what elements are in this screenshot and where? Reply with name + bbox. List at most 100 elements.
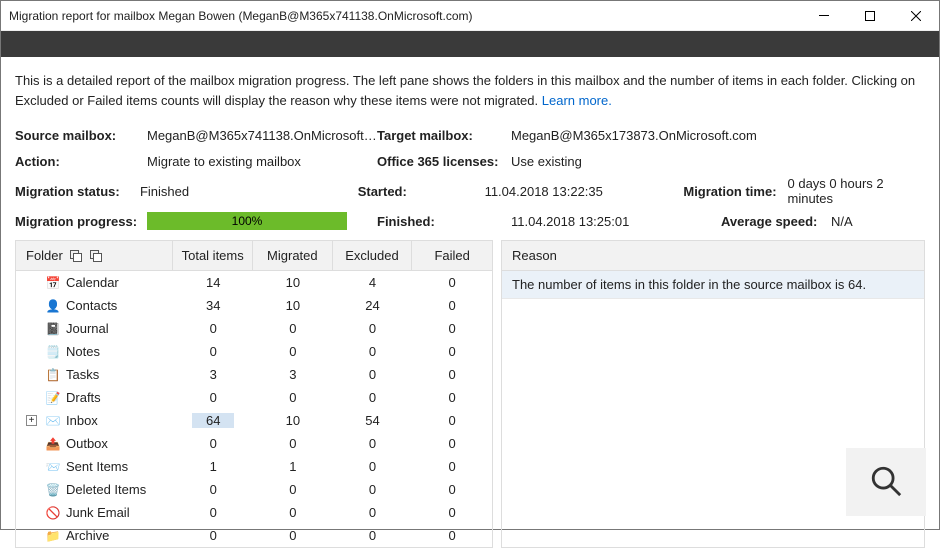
cell-failed[interactable]: 0	[412, 482, 492, 497]
cell-excluded[interactable]: 0	[333, 367, 413, 382]
table-row[interactable]: 📤Outbox0000	[16, 432, 492, 455]
inbox-icon: ✉️	[46, 414, 60, 428]
value-started: 11.04.2018 13:22:35	[485, 184, 684, 199]
progress-wrap: 100%	[147, 212, 377, 230]
col-total[interactable]: Total items	[173, 241, 253, 270]
cell-migrated: 10	[253, 298, 333, 313]
expand-all-icon[interactable]	[69, 249, 83, 263]
cell-failed[interactable]: 0	[412, 505, 492, 520]
value-licenses: Use existing	[511, 154, 721, 169]
col-folder-label: Folder	[26, 248, 63, 263]
cell-excluded[interactable]: 54	[333, 413, 413, 428]
folder-name: Calendar	[66, 275, 119, 290]
cell-excluded[interactable]: 0	[333, 482, 413, 497]
label-action: Action:	[15, 154, 147, 169]
expand-toggle[interactable]: +	[26, 415, 37, 426]
value-finished: 11.04.2018 13:25:01	[511, 214, 721, 229]
cell-failed[interactable]: 0	[412, 413, 492, 428]
value-target: MeganB@M365x173873.OnMicrosoft.com	[511, 128, 721, 143]
folder-cell: 📋Tasks	[16, 367, 173, 382]
folders-pane: Folder Total items Migrated Excluded Fai…	[15, 240, 493, 548]
cell-excluded[interactable]: 0	[333, 321, 413, 336]
cell-excluded[interactable]: 4	[333, 275, 413, 290]
collapse-all-icon[interactable]	[89, 249, 103, 263]
reason-row[interactable]: The number of items in this folder in th…	[502, 271, 924, 299]
cell-failed[interactable]: 0	[412, 344, 492, 359]
folder-name: Junk Email	[66, 505, 130, 520]
cell-total: 1	[173, 459, 253, 474]
cell-failed[interactable]: 0	[412, 528, 492, 543]
cell-excluded[interactable]: 0	[333, 436, 413, 451]
folder-cell: 📤Outbox	[16, 436, 173, 451]
content-area: This is a detailed report of the mailbox…	[1, 57, 939, 548]
cell-failed[interactable]: 0	[412, 321, 492, 336]
table-row[interactable]: 📓Journal0000	[16, 317, 492, 340]
value-mtime: 0 days 0 hours 2 minutes	[788, 176, 926, 206]
deleted-icon: 🗑️	[46, 483, 60, 497]
folder-cell: 🗑️Deleted Items	[16, 482, 173, 497]
col-excluded[interactable]: Excluded	[333, 241, 413, 270]
cell-excluded[interactable]: 0	[333, 505, 413, 520]
cell-failed[interactable]: 0	[412, 367, 492, 382]
folder-cell: 🚫 Junk Email	[16, 505, 173, 520]
cell-total: 14	[173, 275, 253, 290]
table-row[interactable]: 📁Archive0000	[16, 524, 492, 547]
value-speed: N/A	[831, 214, 853, 229]
cell-migrated: 1	[253, 459, 333, 474]
col-migrated[interactable]: Migrated	[253, 241, 333, 270]
learn-more-link[interactable]: Learn more.	[542, 93, 612, 108]
folder-cell: 📓Journal	[16, 321, 173, 336]
folder-name: Outbox	[66, 436, 108, 451]
folders-header: Folder Total items Migrated Excluded Fai…	[16, 241, 492, 271]
cell-excluded[interactable]: 24	[333, 298, 413, 313]
label-target: Target mailbox:	[377, 128, 511, 143]
table-row[interactable]: 📋Tasks3300	[16, 363, 492, 386]
label-speed: Average speed:	[721, 214, 831, 229]
cell-excluded[interactable]: 0	[333, 390, 413, 405]
cell-failed[interactable]: 0	[412, 390, 492, 405]
folder-name: Notes	[66, 344, 100, 359]
cell-failed[interactable]: 0	[412, 459, 492, 474]
label-status: Migration status:	[15, 184, 140, 199]
table-row[interactable]: 🗑️Deleted Items0000	[16, 478, 492, 501]
table-row[interactable]: 📝Drafts0000	[16, 386, 492, 409]
table-row[interactable]: 📅Calendar141040	[16, 271, 492, 294]
table-row[interactable]: 👤Contacts3410240	[16, 294, 492, 317]
cell-failed[interactable]: 0	[412, 298, 492, 313]
cell-migrated: 0	[253, 482, 333, 497]
contacts-icon: 👤	[46, 299, 60, 313]
cell-excluded[interactable]: 0	[333, 344, 413, 359]
minimize-button[interactable]	[801, 1, 847, 31]
cell-failed[interactable]: 0	[412, 436, 492, 451]
col-folder[interactable]: Folder	[16, 241, 173, 270]
folder-cell: 📅Calendar	[16, 275, 173, 290]
table-row[interactable]: 🗒️Notes0000	[16, 340, 492, 363]
folder-cell: 📝Drafts	[16, 390, 173, 405]
cell-total: 3	[173, 367, 253, 382]
folder-cell: 📨Sent Items	[16, 459, 173, 474]
value-status: Finished	[140, 184, 358, 199]
col-failed[interactable]: Failed	[412, 241, 492, 270]
search-button[interactable]	[846, 448, 926, 516]
cell-migrated: 3	[253, 367, 333, 382]
label-progress: Migration progress:	[15, 214, 147, 229]
junk-icon: 🚫	[46, 506, 60, 520]
label-source: Source mailbox:	[15, 128, 147, 143]
search-icon	[869, 464, 903, 501]
cell-failed[interactable]: 0	[412, 275, 492, 290]
folder-cell: 🗒️Notes	[16, 344, 173, 359]
intro-body: This is a detailed report of the mailbox…	[15, 73, 915, 108]
folder-name: Tasks	[66, 367, 99, 382]
table-row[interactable]: 🚫Junk Email0000	[16, 501, 492, 524]
window-titlebar: Migration report for mailbox Megan Bowen…	[1, 1, 939, 31]
value-action: Migrate to existing mailbox	[147, 154, 377, 169]
table-row[interactable]: +✉️Inbox6410540	[16, 409, 492, 432]
maximize-button[interactable]	[847, 1, 893, 31]
cell-excluded[interactable]: 0	[333, 459, 413, 474]
progress-bar: 100%	[147, 212, 347, 230]
folder-cell: 📁Archive	[16, 528, 173, 543]
close-button[interactable]	[893, 1, 939, 31]
table-row[interactable]: 📨Sent Items1100	[16, 455, 492, 478]
journal-icon: 📓	[46, 322, 60, 336]
cell-excluded[interactable]: 0	[333, 528, 413, 543]
